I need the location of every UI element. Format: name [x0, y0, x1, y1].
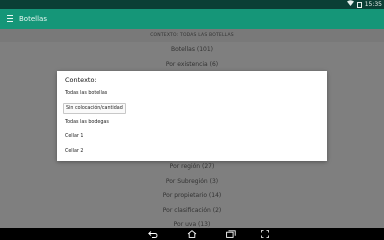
recents-icon[interactable]	[224, 228, 238, 240]
option-todas-las-botellas[interactable]: Todas las botellas	[63, 89, 109, 98]
battery-icon	[356, 1, 362, 8]
option-cellar-2[interactable]: Cellar 2	[63, 147, 85, 156]
option-cellar-1[interactable]: Cellar 1	[63, 132, 85, 141]
dialog-title: Contexto:	[65, 76, 97, 84]
back-icon[interactable]	[146, 228, 160, 240]
option-todas-las-bodegas[interactable]: Todas las bodegas	[63, 118, 111, 127]
option-sin-colocacion[interactable]: Sin colocación/cantidad	[63, 103, 126, 114]
home-icon[interactable]	[185, 228, 199, 240]
status-time: 15:35	[364, 1, 382, 8]
screenshot-icon[interactable]	[258, 228, 272, 240]
status-bar: 15:35	[0, 0, 384, 16]
wifi-icon	[346, 0, 354, 9]
context-dialog: Contexto: Todas las botellas Sin colocac…	[57, 71, 327, 161]
app-bar: Botellas	[0, 9, 384, 29]
menu-icon[interactable]	[7, 15, 13, 22]
app-title: Botellas	[19, 15, 47, 23]
navigation-bar	[0, 228, 384, 240]
